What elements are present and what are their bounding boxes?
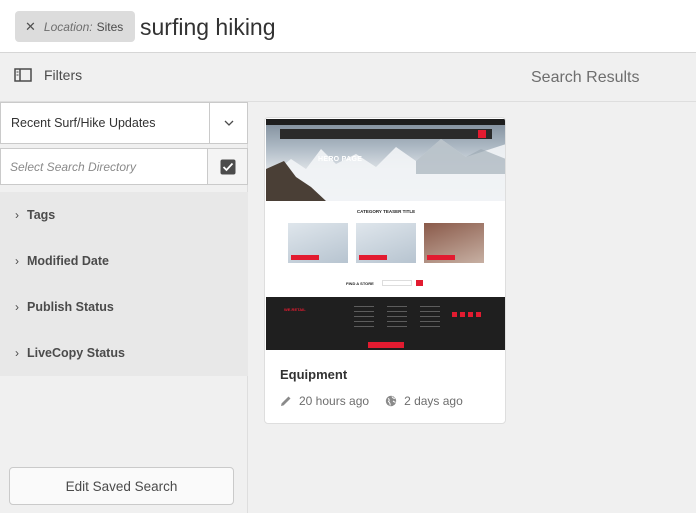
filters-toggle[interactable]: Filters (14, 67, 82, 83)
globe-icon (385, 395, 397, 407)
published-time: 2 days ago (404, 394, 463, 408)
chevron-right-icon: › (15, 208, 19, 222)
chevron-right-icon: › (15, 254, 19, 268)
thumb-teaser (356, 223, 416, 263)
chevron-down-icon[interactable] (209, 103, 247, 143)
search-directory-input[interactable] (0, 148, 208, 185)
saved-search-value: Recent Surf/Hike Updates (11, 116, 156, 130)
filter-livecopy-status[interactable]: › LiveCopy Status (0, 330, 248, 376)
pencil-icon (281, 396, 291, 406)
thumb-store-button (416, 280, 423, 286)
rail-toggle-icon (14, 68, 32, 82)
modified-time: 20 hours ago (299, 394, 370, 408)
thumb-mainnav (280, 129, 492, 139)
thumb-hero-image: HERO PAGE (266, 119, 505, 201)
omnisearch-bar: ✕ Location: Sites surfing hiking (0, 0, 696, 53)
checkbox-icon (220, 159, 235, 174)
directory-row (0, 148, 248, 185)
filters-label: Filters (44, 67, 83, 83)
saved-search-select[interactable]: Recent Surf/Hike Updates (0, 102, 248, 144)
thumb-teaser (424, 223, 484, 263)
thumb-topnav (266, 119, 505, 125)
location-tag-key: Location: (43, 19, 93, 34)
thumb-teaser-title: CATEGORY TEASER TITLE (356, 209, 416, 214)
page-thumbnail: HERO PAGE CATEGORY TEASER TITLE FIND A S… (266, 119, 505, 350)
close-icon[interactable]: ✕ (25, 19, 36, 35)
filter-label: Modified Date (27, 254, 109, 268)
filter-modified-date[interactable]: › Modified Date (0, 238, 248, 284)
directory-select-button[interactable] (208, 148, 248, 185)
thumb-brand: WE.RETAIL (284, 307, 306, 312)
result-title: Equipment (280, 367, 348, 382)
location-tag[interactable]: ✕ Location: Sites (15, 11, 136, 42)
header-band: Filters Search Results (0, 53, 696, 102)
filter-rail: Recent Surf/Hike Updates › Tags › Modifi… (0, 102, 248, 513)
chevron-right-icon: › (15, 346, 19, 360)
filter-publish-status[interactable]: › Publish Status (0, 284, 248, 330)
result-meta: 20 hours ago 2 days ago (280, 394, 463, 408)
thumb-store-label: FIND A STORE (346, 281, 374, 286)
thumb-hero-title: HERO PAGE (318, 156, 363, 163)
thumb-store-input (382, 280, 412, 286)
filter-label: Publish Status (27, 300, 114, 314)
thumb-teaser (288, 223, 348, 263)
filter-accordion: › Tags › Modified Date › Publish Status … (0, 192, 248, 376)
result-card[interactable]: HERO PAGE CATEGORY TEASER TITLE FIND A S… (264, 117, 506, 424)
thumb-teasers (288, 223, 488, 263)
location-tag-value: Sites (96, 19, 124, 34)
thumb-footer: WE.RETAIL (266, 297, 505, 350)
filter-label: LiveCopy Status (27, 346, 125, 360)
filter-tags[interactable]: › Tags (0, 192, 248, 238)
page-title: Search Results (531, 69, 640, 86)
edit-saved-search-button[interactable]: Edit Saved Search (9, 467, 234, 505)
search-input[interactable]: surfing hiking (140, 13, 276, 41)
filter-label: Tags (27, 208, 56, 222)
chevron-right-icon: › (15, 300, 19, 314)
